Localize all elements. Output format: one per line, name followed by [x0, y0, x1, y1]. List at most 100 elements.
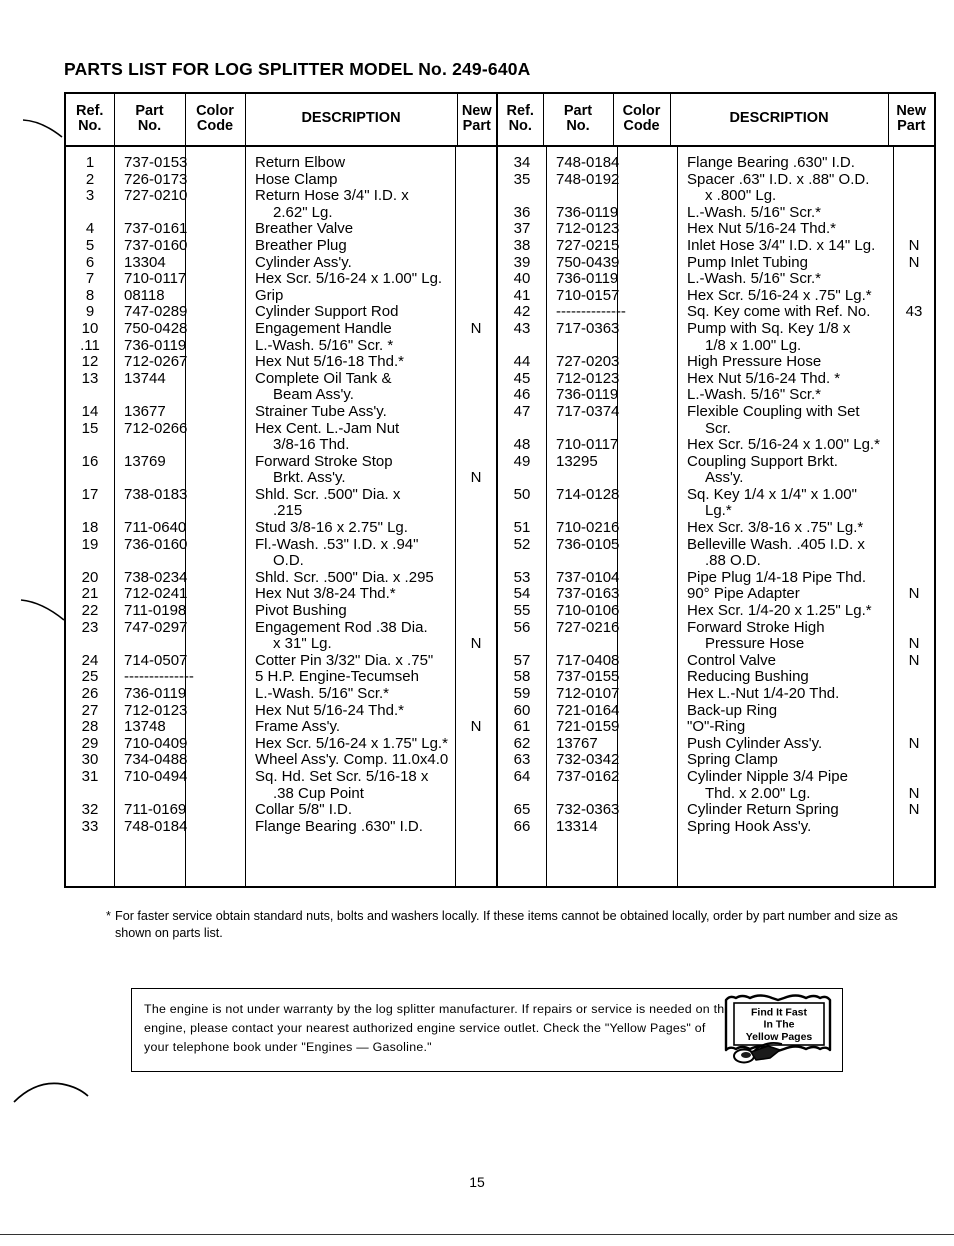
cell-ref-no: 53: [513, 568, 531, 586]
cell-ref-no: 13: [81, 369, 99, 387]
cell-ref-no: 38: [513, 236, 531, 254]
cell-part-no: 714-0128: [556, 485, 620, 503]
header-part-no-right: Part No.: [542, 94, 613, 147]
cell-ref-no: 15: [81, 419, 99, 437]
cell-ref-no: .11: [80, 336, 100, 354]
cell-new-part: N: [908, 784, 920, 802]
cell-description: Pump Inlet Tubing: [687, 253, 808, 271]
header-line-1: Ref.: [76, 102, 104, 119]
header-description-right: DESCRIPTION: [669, 94, 888, 147]
cell-ref-no: 39: [513, 253, 531, 271]
cell-ref-no: 26: [81, 685, 99, 702]
table-row: 51 710-0216 Hex Scr. 3/8-16 x .75" Lg.*: [498, 519, 934, 537]
cell-description: Hex Nut 5/16-24 Thd.*: [687, 220, 836, 238]
header-line-1: New: [896, 102, 927, 119]
header-color-code-right: Color Code: [612, 94, 670, 147]
cell-description: Spacer .63" I.D. x .88" O.D.: [687, 170, 870, 188]
table-row: 41 710-0157 Hex Scr. 5/16-24 x .75" Lg.*: [498, 286, 934, 305]
cell-description: Forward Stroke High: [687, 618, 825, 636]
cell-part-no: 710-0494: [124, 767, 188, 785]
cell-part-no: 727-0210: [124, 187, 188, 205]
table-row: 53 737-0104 Pipe Plug 1/4-18 Pipe Thd.: [498, 568, 934, 587]
cell-part-no: 712-0123: [556, 220, 620, 238]
table-row: 12 712-0267 Hex Nut 5/16-18 Thd.*: [66, 354, 496, 371]
parts-table: Ref. No. Part No. Color Code DESCRIPTION…: [66, 94, 934, 886]
cell-description: x .800" Lg.: [705, 187, 777, 205]
cell-part-no: --------------: [124, 668, 194, 686]
cell-part-no: 721-0164: [556, 701, 620, 719]
table-row: 38 727-0215 Inlet Hose 3/4" I.D. x 14" Lg.…: [498, 236, 934, 255]
cell-description: Beam Ass'y.: [273, 386, 354, 404]
cell-description: "O"-Ring: [687, 718, 746, 736]
cell-part-no: 13769: [124, 452, 166, 470]
cell-part-no: 717-0374: [556, 402, 620, 420]
table-row: 49 13295 Coupling Support Brkt.: [498, 453, 934, 471]
cell-description: Push Cylinder Ass'y.: [687, 734, 823, 752]
cell-description: 2.62" Lg.: [273, 203, 333, 221]
header-line-2: No.: [566, 118, 590, 134]
table-row: 10 750-0428 Engagement Handle N: [66, 320, 496, 338]
header-line-1: Part: [135, 102, 164, 119]
logo-line-3: Yellow Pages: [746, 1031, 813, 1043]
table-row: 3/8-16 Thd.: [66, 436, 496, 454]
table-row: 31 710-0494 Sq. Hd. Set Scr. 5/16-18 x: [66, 767, 496, 786]
cell-ref-no: 65: [513, 801, 531, 819]
cell-part-no: 710-0409: [124, 734, 188, 752]
table-row: 29 710-0409 Hex Scr. 5/16-24 x 1.75" Lg.*: [66, 734, 496, 753]
cell-description: Return Elbow: [255, 154, 346, 171]
cell-part-no: 712-0266: [124, 419, 188, 437]
table-row: 43 717-0363 Pump with Sq. Key 1/8 x: [498, 320, 934, 338]
cell-description: Hex L.-Nut 1/4-20 Thd.: [687, 685, 840, 702]
header-line-1: Part: [563, 102, 593, 119]
table-row: 60 721-0164 Back-up Ring: [498, 701, 934, 720]
table-row: 44 727-0203 High Pressure Hose: [498, 354, 934, 371]
table-row: 46 736-0119 L.-Wash. 5/16" Scr.*: [498, 387, 934, 404]
table-row: 14 13677 Strainer Tube Ass'y.: [66, 403, 496, 421]
table-row: 52 736-0105 Belleville Wash. .405 I.D. x: [498, 536, 934, 554]
cell-description: Shld. Scr. .500" Dia. x: [255, 485, 401, 503]
cell-part-no: 727-0203: [556, 353, 620, 371]
cell-ref-no: 22: [81, 602, 99, 620]
cell-description: L.-Wash. 5/16" Scr.*: [687, 386, 821, 404]
cell-description: Hex Scr. 5/16-24 x .75" Lg.*: [687, 286, 872, 304]
cell-part-no: 737-0161: [124, 220, 188, 238]
cell-part-no: 732-0363: [556, 801, 620, 819]
cell-part-no: 721-0159: [556, 718, 620, 736]
table-row: x .800" Lg.: [498, 188, 934, 205]
cell-ref-no: 20: [81, 568, 99, 586]
cell-description: Hose Clamp: [255, 170, 338, 188]
cell-part-no: 737-0160: [124, 236, 188, 254]
table-body-row: 1 737-0153 Return Elbow 2 726-0173 Hose Clamp…: [66, 146, 934, 886]
cell-part-no: 714-0507: [124, 651, 188, 669]
cell-part-no: 738-0183: [124, 485, 188, 503]
cell-description: High Pressure Hose: [687, 353, 822, 371]
table-row: 57 717-0408 Control Valve N: [498, 652, 934, 670]
cell-description: Wheel Ass'y. Comp. 11.0x4.0: [255, 751, 449, 769]
table-row: 36 736-0119 L.-Wash. 5/16" Scr.*: [498, 203, 934, 222]
table-row: 16 13769 Forward Stroke Stop: [66, 452, 496, 471]
header-line-1: New: [461, 102, 492, 119]
cell-description: L.-Wash. 5/16" Scr.*: [687, 270, 821, 288]
table-row: 33 748-0184 Flange Bearing .630" I.D.: [66, 818, 496, 836]
page-number: 15: [469, 1174, 485, 1190]
footnote-text: For faster service obtain standard nuts,…: [115, 909, 898, 941]
table-row: 64 737-0162 Cylinder Nipple 3/4 Pipe: [498, 768, 934, 786]
cell-part-no: 13748: [124, 718, 166, 736]
page-title: PARTS LIST FOR LOG SPLITTER MODEL No. 24…: [64, 59, 531, 79]
cell-description: x 31" Lg.: [273, 635, 332, 653]
table-row: .88 O.D.: [498, 553, 934, 570]
right-half-cell: 34 748-0184 Flange Bearing .630" I.D. 35 748…: [496, 146, 934, 886]
cell-description: Breather Plug: [255, 236, 347, 254]
table-row: 66 13314 Spring Hook Ass'y.: [498, 818, 934, 836]
cell-description: L.-Wash. 5/16" Scr.*: [687, 203, 821, 221]
cell-new-part: N: [908, 585, 920, 603]
cell-description: 90° Pipe Adapter: [687, 585, 800, 603]
cell-ref-no: 59: [513, 685, 531, 702]
cell-description: Thd. x 2.00" Lg.: [705, 784, 811, 802]
cell-new-part: N: [908, 635, 920, 653]
cell-part-no: 711-0198: [124, 602, 187, 620]
table-row: 65 732-0363 Cylinder Return Spring N: [498, 802, 934, 819]
table-row: 42 -------------- Sq. Key come with Ref. N…: [498, 304, 934, 321]
cell-description: Flexible Coupling with Set: [687, 402, 860, 420]
cell-ref-no: 30: [81, 751, 99, 769]
